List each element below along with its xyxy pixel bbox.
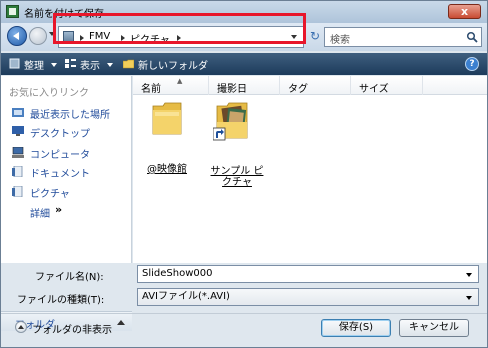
details-link[interactable]: 詳細 (30, 205, 50, 220)
documents-icon (12, 166, 23, 177)
new-folder-button[interactable]: 新しいフォルダ (138, 57, 208, 72)
nav-item-desktop[interactable]: デスクトップ (9, 124, 129, 140)
new-folder-icon (123, 59, 134, 69)
views-button[interactable]: 表示 (80, 57, 100, 72)
column-header-date-taken[interactable]: 撮影日 (209, 76, 280, 95)
sort-ascending-icon: ▲ (177, 77, 183, 85)
nav-item-recent-places[interactable]: 最近表示した場所 (9, 105, 129, 121)
organize-dropdown-icon[interactable] (51, 63, 57, 67)
recent-places-icon (12, 108, 24, 117)
column-label: 名前 (141, 84, 161, 95)
file-name: サンプル ピクチャ (210, 166, 264, 188)
help-icon[interactable]: ? (465, 57, 479, 71)
column-header-size[interactable]: サイズ (351, 76, 423, 95)
nav-item-documents[interactable]: ドキュメント (9, 164, 129, 180)
divider (1, 313, 487, 314)
app-icon (6, 5, 19, 18)
column-label: タグ (288, 84, 308, 95)
save-button[interactable]: 保存(S) (321, 319, 391, 337)
file-item-folder[interactable]: @映像館 (137, 100, 197, 180)
chevron-up-icon (117, 320, 125, 325)
file-name: @映像館 (147, 164, 187, 175)
shortcut-folder-icon (213, 102, 248, 141)
file-list-pane: 名前 ▲ 撮影日 タグ サイズ @映像館 サンプル ピクチャ (133, 76, 487, 263)
column-label: 撮影日 (217, 84, 247, 95)
views-dropdown-icon[interactable] (107, 63, 113, 67)
column-label: サイズ (359, 84, 389, 95)
column-header-name[interactable]: 名前 ▲ (133, 76, 209, 95)
search-input[interactable]: 検索 (324, 27, 482, 47)
hide-folders-label: フォルダの非表示 (32, 325, 112, 336)
close-button[interactable]: x (448, 4, 481, 19)
navigation-pane: お気に入りリンク 最近表示した場所 デスクトップ コンピュータ ドキュメント ピ… (1, 76, 132, 331)
nav-item-label: コンピュータ (30, 150, 90, 161)
cancel-button[interactable]: キャンセル (399, 319, 469, 337)
filename-dropdown-icon[interactable] (466, 273, 472, 277)
nav-item-pictures[interactable]: ピクチャ (9, 184, 129, 200)
folder-icon (152, 102, 182, 135)
save-as-dialog: 名前を付けて保存 x FMV ピクチャ ↻ 検索 整理 表示 新しいフォルダ ?… (0, 0, 488, 348)
toolbar: 整理 表示 新しいフォルダ ? (1, 53, 487, 75)
double-chevron-icon[interactable]: » (55, 203, 62, 216)
nav-item-label: ピクチャ (30, 189, 70, 200)
refresh-icon[interactable]: ↻ (308, 29, 322, 43)
desktop-icon (12, 126, 24, 136)
chevron-down-icon (466, 296, 472, 300)
column-header-row: 名前 ▲ 撮影日 タグ サイズ (133, 76, 487, 95)
address-highlight-box (53, 13, 306, 44)
forward-button[interactable] (29, 27, 47, 45)
search-icon[interactable] (466, 31, 478, 43)
filename-label: ファイル名(N): (35, 272, 104, 283)
filetype-value: AVIファイル(*.AVI) (142, 291, 230, 302)
nav-item-computer[interactable]: コンピュータ (9, 145, 129, 161)
filename-input[interactable]: SlideShow000 (137, 265, 479, 283)
column-header-tags[interactable]: タグ (280, 76, 351, 95)
search-placeholder: 検索 (330, 35, 350, 46)
pictures-icon (12, 186, 23, 197)
views-icon (65, 59, 76, 68)
filetype-label: ファイルの種類(T): (17, 295, 105, 306)
organize-icon (9, 58, 20, 69)
chevron-up-circle-icon (15, 321, 27, 333)
organize-button[interactable]: 整理 (24, 57, 44, 72)
nav-item-label: 最近表示した場所 (30, 110, 110, 121)
favorite-links-heading: お気に入りリンク (9, 88, 89, 99)
computer-icon (12, 147, 24, 158)
filename-value: SlideShow000 (142, 268, 213, 279)
filetype-select[interactable]: AVIファイル(*.AVI) (137, 288, 479, 306)
back-button[interactable] (7, 26, 27, 46)
nav-item-label: ドキュメント (30, 169, 90, 180)
nav-item-label: デスクトップ (30, 129, 90, 140)
file-item-shortcut[interactable]: サンプル ピクチャ (205, 100, 265, 188)
